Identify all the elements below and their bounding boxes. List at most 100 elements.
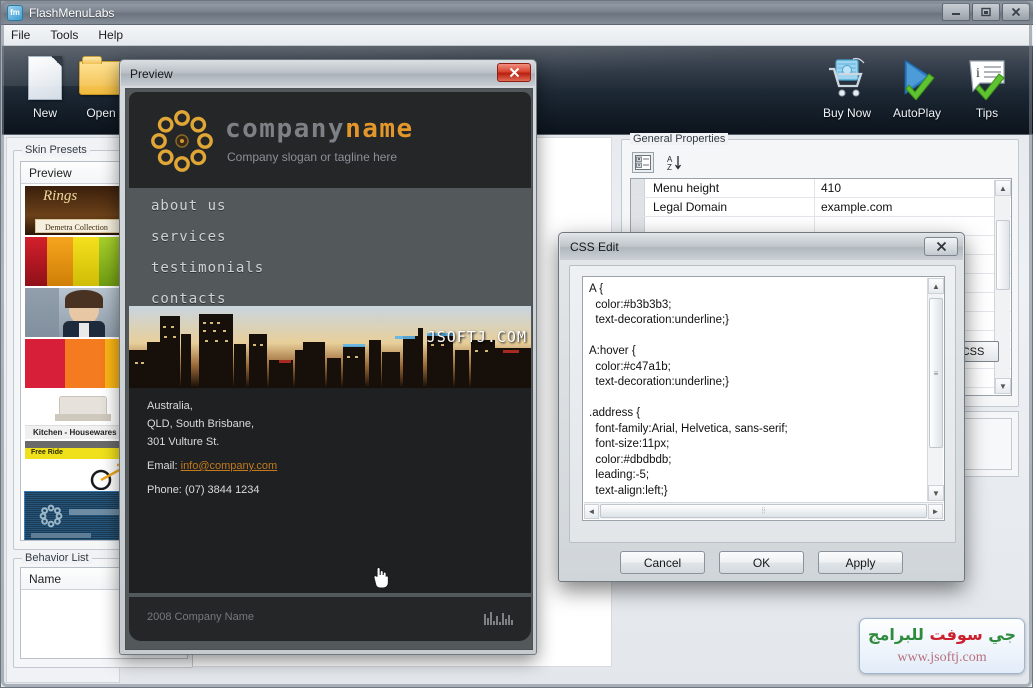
property-name: Menu height [645,179,815,197]
scroll-down-arrow[interactable]: ▼ [995,378,1011,394]
preview-body: companyname Company slogan or tagline he… [125,88,533,650]
scrollbar-thumb[interactable]: ⦙⦙ [600,504,927,518]
preview-flash-stage[interactable]: companyname Company slogan or tagline he… [126,89,532,649]
titlebar: fm FlashMenuLabs [1,1,1033,25]
watermark-arabic-part3: للبرامج [867,625,924,644]
toolbar-button-tips[interactable]: i Tips [950,53,1024,120]
menu-item-file[interactable]: File [11,28,30,42]
shopping-cart-icon [810,53,884,103]
property-name: Legal Domain [645,198,815,216]
main-application-window: fm FlashMenuLabs File Tools Help New Ope… [0,0,1033,688]
site-header: companyname Company slogan or tagline he… [129,92,531,188]
play-check-icon [880,53,954,103]
svg-text:Z: Z [667,163,672,171]
toolbar-label-autoplay: AutoPlay [892,106,942,120]
watermark-arabic-part1: جي [988,625,1016,644]
scrollbar-thumb[interactable] [996,220,1010,290]
skyline-graphic [129,306,531,388]
css-edit-dialog: CSS Edit A { color:#b3b3b3; text-decorat… [558,232,965,582]
nav-item-testimonials[interactable]: testimonials [151,260,264,276]
grid-icon[interactable] [632,151,654,173]
row-gutter [631,179,645,197]
email-row: Email: info@company.com [147,460,277,472]
site-footer: 2008 Company Name [129,597,531,641]
css-dialog-title: CSS Edit [570,240,619,254]
mouse-pointer-hand-icon [373,566,389,589]
table-row[interactable]: Legal Domain example.com [631,198,1011,217]
watermark-arabic-part2: سوفت [929,625,983,644]
footer-copyright: 2008 Company Name [147,611,255,623]
property-value[interactable]: example.com [815,198,1011,216]
window-controls [942,3,1030,21]
nav-item-about-us[interactable]: about us [151,198,226,214]
css-dialog-close-button[interactable] [924,237,958,256]
hero-watermark-text: JSOFTJ.COM [426,328,527,346]
az-sort-icon[interactable]: A Z [664,152,686,173]
app-title: FlashMenuLabs [29,5,115,20]
preview-titlebar: Preview [121,61,535,86]
general-properties-title: General Properties [630,133,729,145]
list-item-label: Free Ride [31,449,63,456]
address-line-3: 301 Vulture St. [147,436,220,448]
svg-text:i: i [976,66,980,81]
toolbar-button-autoplay[interactable]: AutoPlay [880,53,954,120]
watermark-arabic-text: جي سوفت للبرامج [860,625,1024,644]
toolbar-label-buy-now: Buy Now [822,106,872,120]
scrollbar-thumb[interactable]: ≡ [929,298,943,448]
address-line-2: QLD, South Brisbane, [147,418,255,430]
company-name: companyname [225,114,414,144]
css-dialog-panel: A { color:#b3b3b3; text-decoration:under… [569,265,956,543]
css-editor-horizontal-scrollbar[interactable]: ◄ ⦙⦙ ► [584,502,943,519]
table-row[interactable]: Menu height 410 [631,179,1011,198]
company-slogan: Company slogan or tagline here [227,150,398,164]
scroll-down-arrow[interactable]: ▼ [928,485,944,501]
company-name-part1: company [225,114,346,144]
scroll-up-arrow[interactable]: ▲ [995,180,1011,196]
watermark-url: www.jsoftj.com [897,650,987,665]
toolbar-label-tips: Tips [975,106,999,120]
row-gutter [631,198,645,216]
ok-button[interactable]: OK [719,551,804,574]
list-item-label: Demetra Collection [45,223,108,232]
cancel-button[interactable]: Cancel [620,551,705,574]
preview-close-button[interactable] [497,63,531,82]
info-bubble-icon: i [950,53,1024,103]
email-link[interactable]: info@company.com [181,460,278,472]
css-editor-vertical-scrollbar[interactable]: ▲ ≡ ▼ [927,278,944,501]
preview-window: Preview companyname Company slogan or ta… [119,59,537,655]
general-properties-toolbar: A Z [632,150,686,174]
maximize-button[interactable] [972,3,1000,21]
css-code-editor[interactable]: A { color:#b3b3b3; text-decoration:under… [582,276,945,521]
scroll-left-arrow[interactable]: ◄ [584,503,599,519]
close-button[interactable] [1002,3,1030,21]
menubar: File Tools Help [1,25,1033,46]
email-label: Email: [147,460,178,472]
site-watermark-badge: جي سوفت للبرامج www.jsoftj.com [859,618,1025,674]
toolbar-button-buy-now[interactable]: Buy Now [810,53,884,120]
nav-item-contacts[interactable]: contacts [151,291,226,307]
menu-item-tools[interactable]: Tools [50,28,78,42]
hero-city-skyline-image: JSOFTJ.COM [129,306,531,388]
behavior-list-title: Behavior List [22,552,92,564]
css-dialog-titlebar: CSS Edit [560,234,963,260]
list-item-label: Kitchen - Housewares [33,428,117,437]
css-code-text[interactable]: A { color:#b3b3b3; text-decoration:under… [589,282,924,498]
property-value[interactable]: 410 [815,179,1011,197]
menu-item-help[interactable]: Help [98,28,123,42]
equalizer-icon [484,609,513,625]
address-line-1: Australia, [147,400,193,412]
skin-presets-title: Skin Presets [22,144,90,156]
preview-window-title: Preview [130,66,173,81]
minimize-button[interactable] [942,3,970,21]
nav-item-services[interactable]: services [151,229,226,245]
left-panel: Skin Presets Preview Rings Demetra Colle… [6,137,193,683]
css-dialog-buttons: Cancel OK Apply [559,551,964,579]
app-icon: fm [7,4,23,21]
company-name-part2: name [345,114,414,144]
scroll-up-arrow[interactable]: ▲ [928,278,944,294]
phone-line: Phone: (07) 3844 1234 [147,484,260,496]
site-address-block: Australia, QLD, South Brisbane, 301 Vult… [129,388,531,593]
apply-button[interactable]: Apply [818,551,903,574]
scroll-right-arrow[interactable]: ► [928,503,943,519]
site-nav: about us services testimonials contacts [129,188,531,307]
